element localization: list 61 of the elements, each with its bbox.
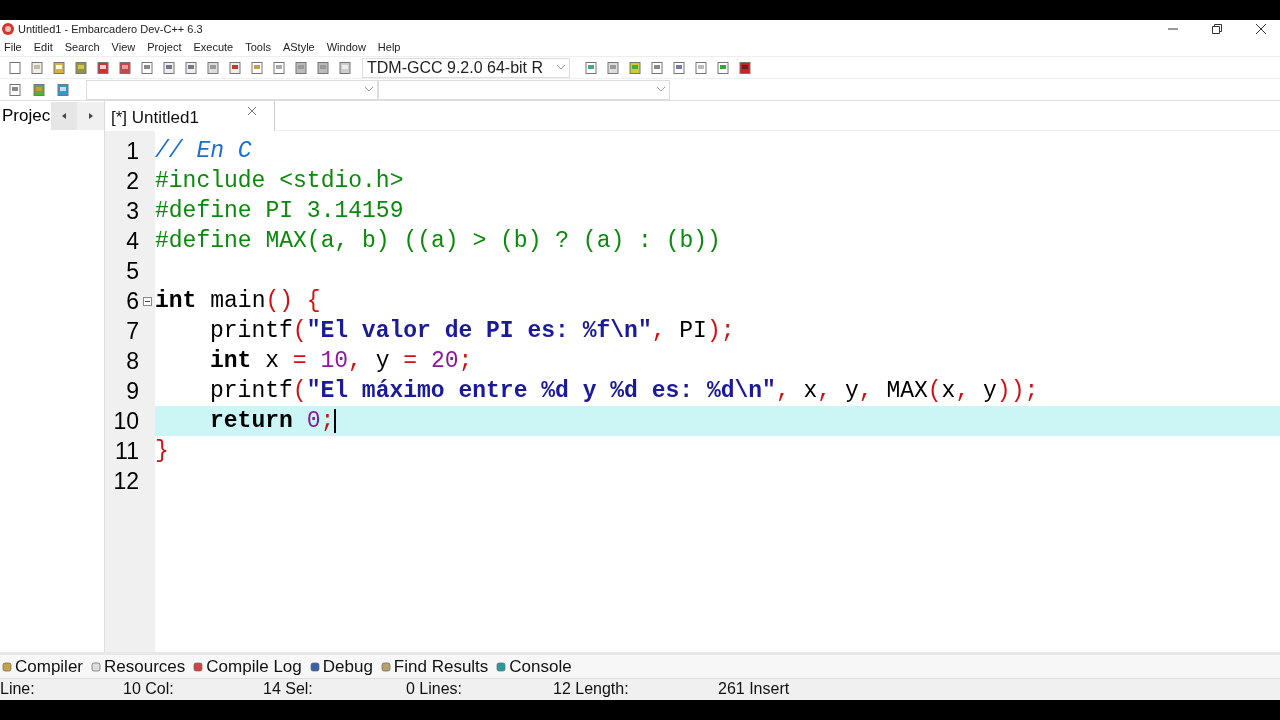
menu-item[interactable]: Search — [64, 38, 100, 56]
line-number: 9 — [125, 376, 139, 406]
panel-tab[interactable]: Resources — [91, 653, 188, 680]
line-number: 1 — [125, 136, 139, 166]
left-arrow-icon — [61, 113, 66, 119]
status-text: 0 Lines: — [406, 679, 463, 699]
line-number: 12 — [112, 466, 139, 496]
menu-item[interactable]: AStyle — [282, 38, 315, 56]
caret-icon — [557, 65, 565, 70]
menu-item[interactable]: Help — [377, 38, 401, 56]
code-line: #define PI 3.14159 — [155, 197, 404, 226]
panel-tab[interactable]: Compile Log — [193, 653, 304, 680]
code-line: } — [155, 437, 169, 466]
line-number: 10 — [112, 406, 139, 436]
code-line: printf("El máximo entre %d y %d es: %d\n", x, y, MAX(x, y)); — [210, 377, 1039, 406]
panel-tab[interactable]: Debug — [309, 653, 375, 680]
close-icon[interactable] — [1256, 24, 1266, 34]
status-text: 10 Col: — [123, 679, 174, 699]
code-line: return 0; — [210, 407, 335, 436]
window-title: Untitled1 - Embarcadero Dev-C++ 6.3 — [18, 21, 203, 37]
code-line: // En C — [155, 137, 252, 166]
close-tab-icon[interactable] — [248, 107, 256, 115]
text-cursor — [334, 409, 337, 433]
line-number: 5 — [125, 256, 139, 286]
compiler-select[interactable]: TDM-GCC 9.2.0 64-bit R — [362, 57, 570, 78]
menu-item[interactable]: Tools — [245, 38, 271, 56]
status-text: 261 Insert — [718, 679, 790, 699]
menu-item[interactable]: File — [4, 38, 22, 56]
restore-icon[interactable] — [1212, 24, 1222, 34]
status-text: Line: — [0, 679, 35, 699]
code-line: printf("El valor de PI es: %f\n", PI); — [210, 317, 735, 346]
right-arrow-icon — [88, 113, 93, 119]
line-number: 3 — [125, 196, 139, 226]
menu-item[interactable]: Window — [326, 38, 366, 56]
new-file-icon[interactable] — [8, 60, 22, 75]
line-number: 2 — [125, 166, 139, 196]
editor-tab[interactable]: [*] Untitled1 — [105, 101, 275, 131]
caret-icon — [657, 87, 665, 92]
line-number: 11 — [114, 436, 139, 466]
line-number: 8 — [125, 346, 139, 376]
code-line: #include <stdio.h> — [155, 167, 404, 196]
panel-tab[interactable]: Compiler — [2, 653, 86, 680]
code-line: int main() { — [155, 287, 321, 316]
menu-item[interactable]: Project — [147, 38, 182, 56]
line-number: 4 — [125, 226, 139, 256]
status-text: 12 Length: — [553, 679, 629, 699]
panel-tab[interactable]: Projec — [0, 103, 51, 129]
app-logo-icon — [2, 23, 14, 35]
fold-icon[interactable] — [142, 296, 152, 306]
caret-icon — [365, 87, 373, 92]
line-number: 7 — [125, 316, 139, 346]
status-text: 14 Sel: — [263, 679, 313, 699]
menu-item[interactable]: Edit — [33, 38, 53, 56]
line-number: 6 — [125, 286, 139, 316]
menu-item[interactable]: View — [111, 38, 136, 56]
document-icon[interactable] — [206, 60, 220, 75]
panel-tab[interactable]: Find Results — [380, 653, 491, 680]
code-line: #define MAX(a, b) ((a) > (b) ? (a) : (b)) — [155, 227, 721, 256]
panel-tab[interactable]: Console — [496, 653, 574, 680]
menu-item[interactable]: Execute — [193, 38, 234, 56]
code-line: int x = 10, y = 20; — [210, 347, 473, 376]
